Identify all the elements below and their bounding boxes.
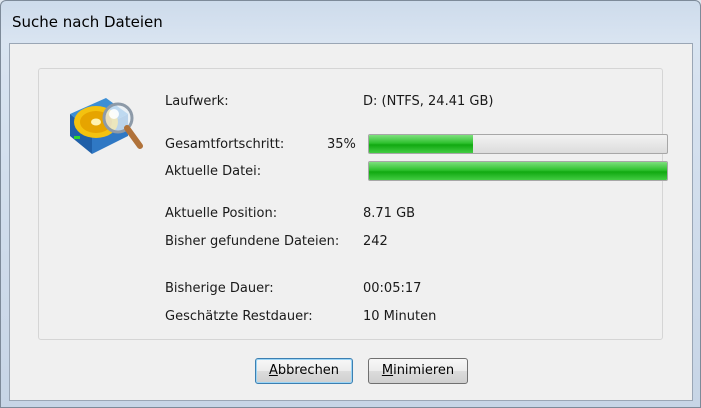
- files-found-label: Bisher gefundene Dateien:: [165, 234, 340, 249]
- current-position-value: 8.71 GB: [363, 206, 416, 221]
- hard-drive-magnifier-icon: [70, 98, 143, 154]
- elapsed-label: Bisherige Dauer:: [165, 281, 274, 296]
- current-file-label: Aktuelle Datei:: [165, 164, 262, 179]
- cancel-accelerator: A: [268, 363, 278, 378]
- current-file-progress-fill: [369, 162, 667, 180]
- drive-label: Laufwerk:: [165, 94, 229, 109]
- title-bar[interactable]: Suche nach Dateien: [1, 1, 700, 43]
- dialog-client-area: Laufwerk: D: (NTFS, 24.41 GB) Gesamtfort…: [9, 43, 693, 401]
- remaining-label: Geschätzte Restdauer:: [165, 309, 313, 324]
- elapsed-value: 00:05:17: [363, 281, 422, 296]
- dialog-window: Suche nach Dateien Laufwerk: D: (NTFS, 2…: [0, 0, 701, 408]
- files-found-value: 242: [363, 234, 388, 249]
- minimize-button-label: inimieren: [393, 363, 455, 378]
- overall-progress-fill: [369, 135, 474, 153]
- cancel-button-label: bbrechen: [277, 363, 340, 378]
- cancel-button[interactable]: Abbrechen: [255, 358, 353, 384]
- window-title: Suche nach Dateien: [12, 13, 163, 31]
- overall-progress-percent: 35%: [327, 137, 356, 152]
- minimize-button[interactable]: Minimieren: [368, 358, 468, 384]
- drive-value: D: (NTFS, 24.41 GB): [363, 94, 494, 109]
- remaining-value: 10 Minuten: [363, 309, 437, 324]
- current-file-progress-bar: [368, 161, 668, 181]
- current-position-label: Aktuelle Position:: [165, 206, 278, 221]
- overall-progress-label: Gesamtfortschritt:: [165, 137, 285, 152]
- overall-progress-bar: [368, 134, 668, 154]
- minimize-accelerator: M: [381, 363, 394, 378]
